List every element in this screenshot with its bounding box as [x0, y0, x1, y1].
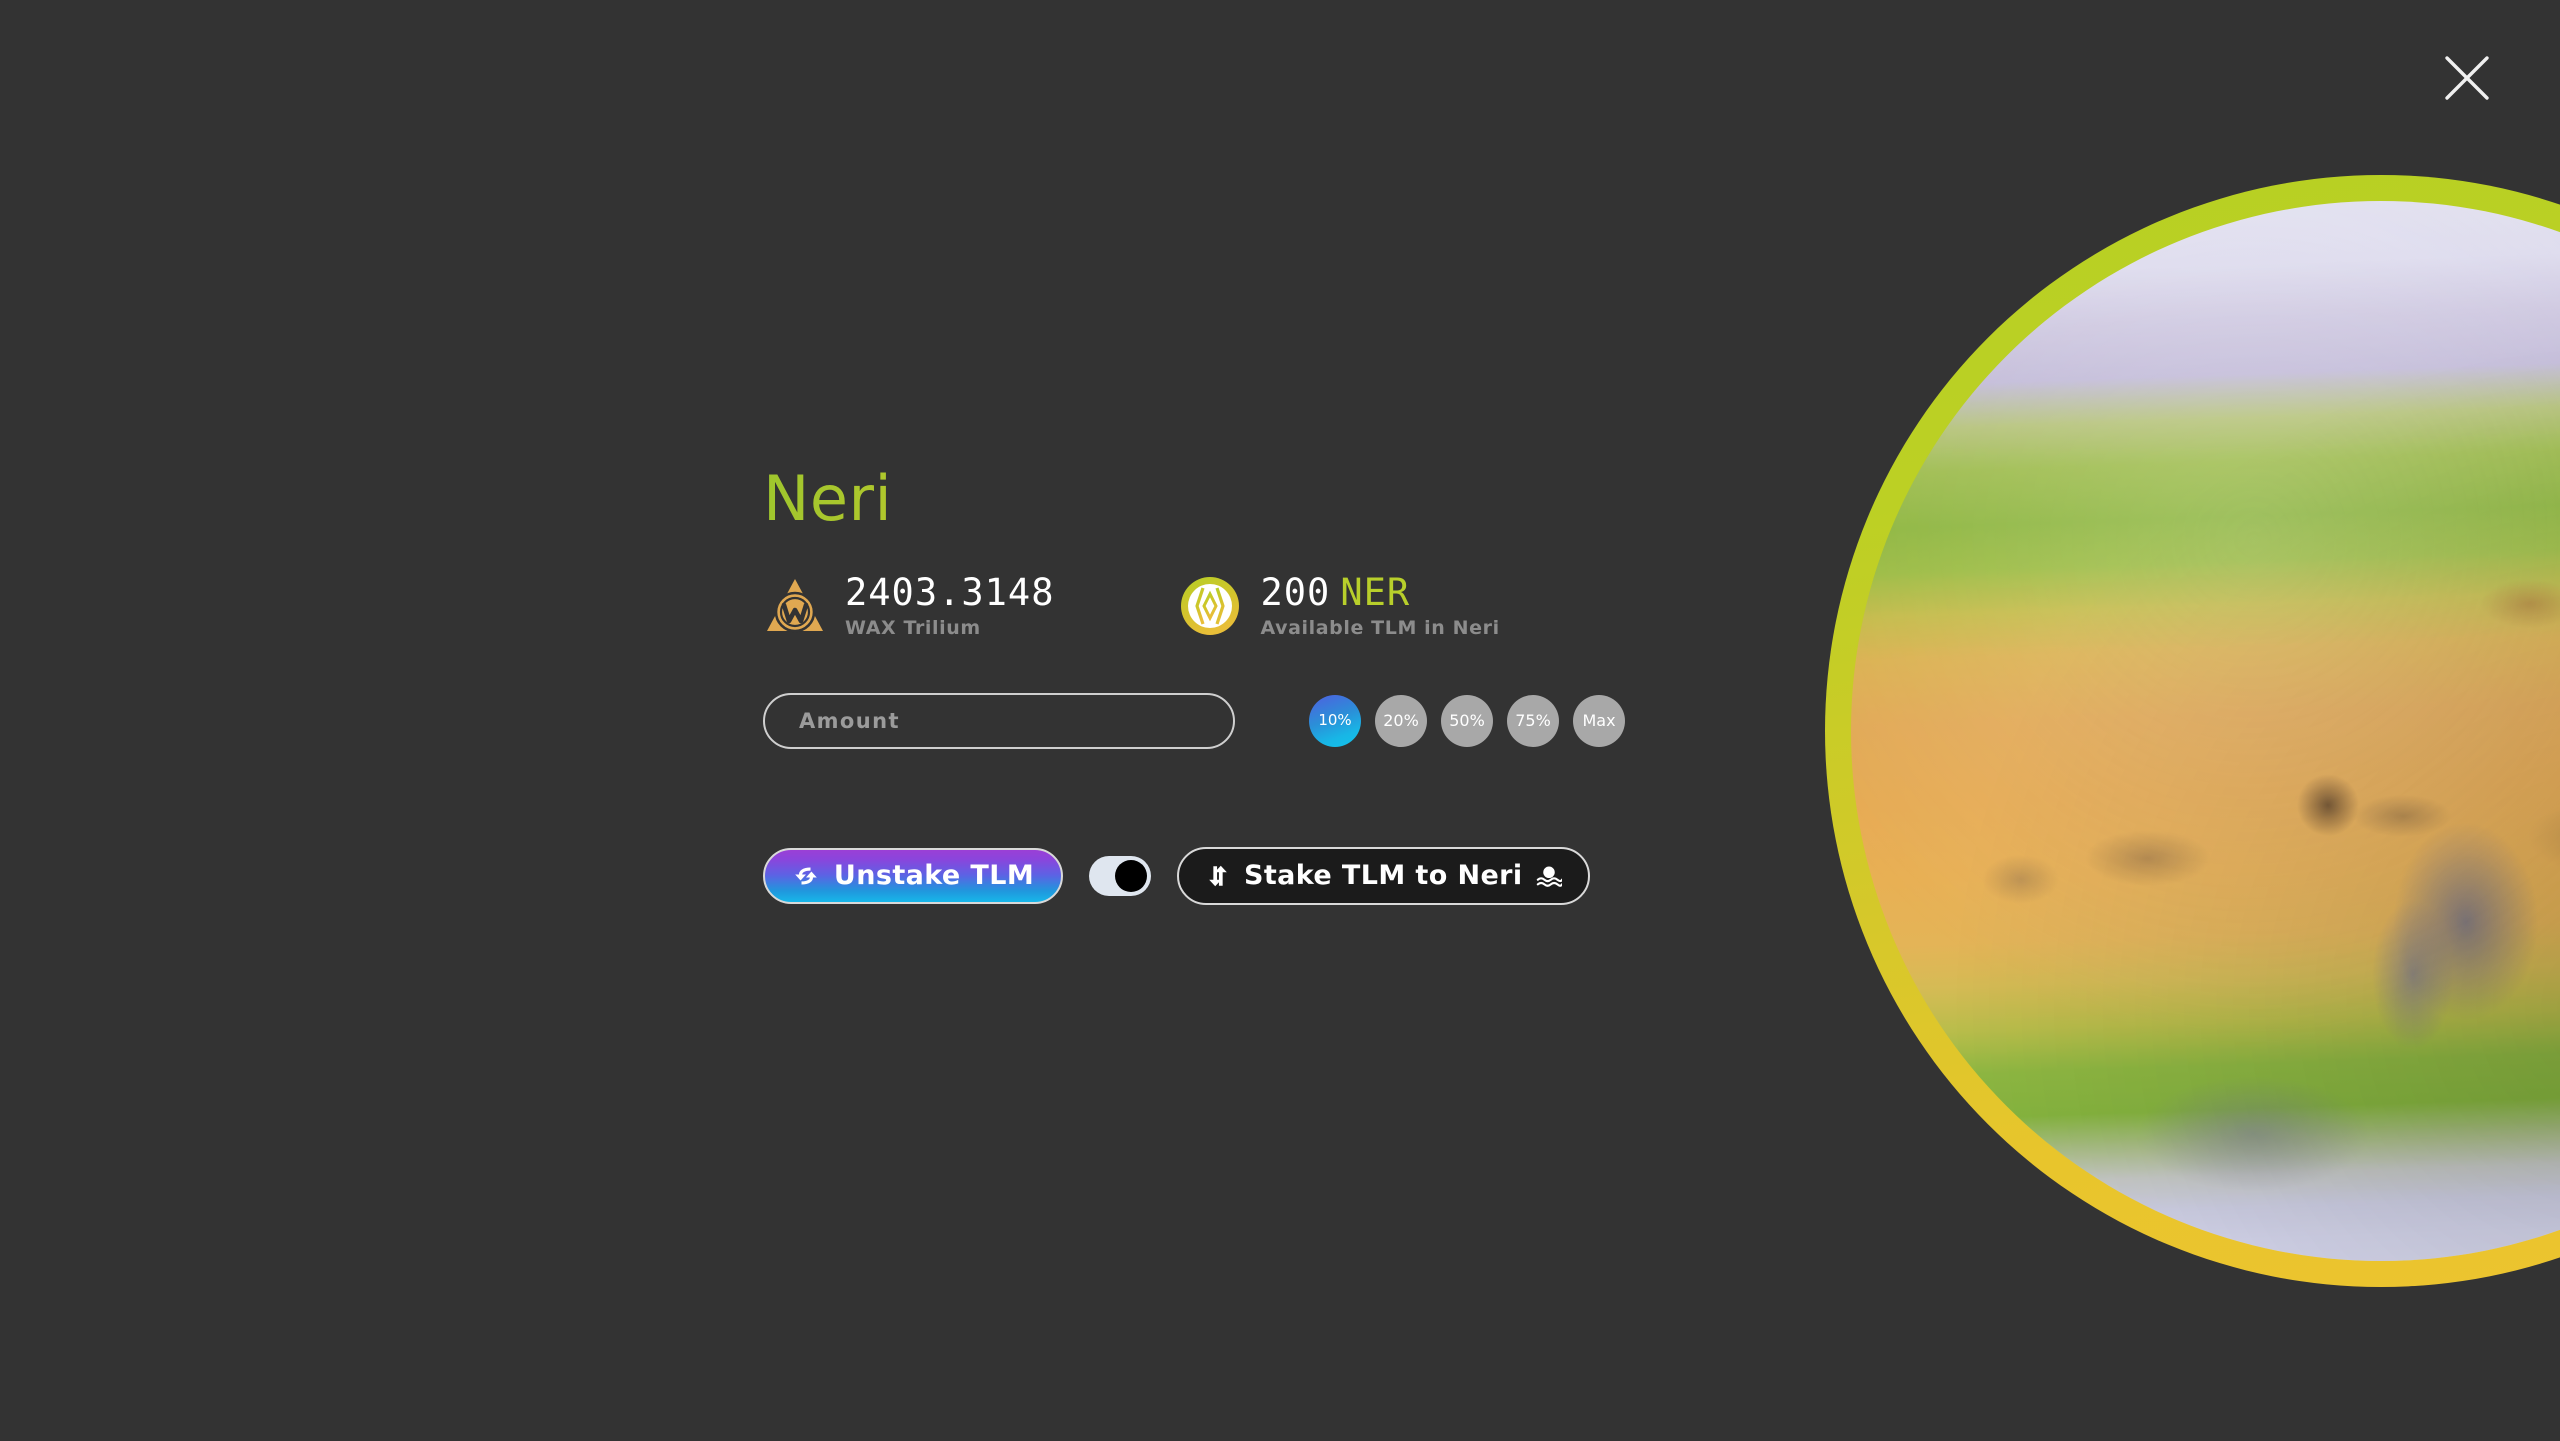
close-modal-button[interactable]	[2434, 45, 2500, 111]
balance-wax-trilium: 2403.3148 WAX Trilium	[763, 571, 1055, 639]
percent-button-20[interactable]: 20%	[1375, 694, 1427, 747]
percent-shortcut-group: 10% 20% 50% 75% Max	[1309, 694, 1625, 747]
ner-token-icon	[1178, 574, 1242, 638]
planet-sunset-icon	[1536, 863, 1562, 889]
balance-amount: 2403.3148	[845, 571, 1055, 614]
wax-token-icon	[763, 574, 827, 638]
planet-illustration	[1825, 175, 2560, 1290]
close-x-icon	[2434, 45, 2500, 111]
stake-tlm-button[interactable]: Stake TLM to Neri	[1177, 846, 1590, 905]
planet-surface	[1851, 201, 2560, 1261]
amount-input[interactable]	[763, 692, 1235, 749]
unstake-tlm-button[interactable]: Unstake TLM	[763, 847, 1063, 904]
planet-shading	[1851, 201, 2560, 1261]
balance-ner-available: 200 NER Available TLM in Neri	[1178, 571, 1500, 639]
swap-vertical-icon	[792, 862, 820, 890]
stake-tlm-label: Stake TLM to Neri	[1244, 860, 1523, 892]
amount-row: 10% 20% 50% 75% Max	[763, 692, 1625, 749]
modal-content: Neri 2403.3148 WAX Trilium 200 NER Avail…	[763, 468, 1625, 905]
page-title: Neri	[763, 468, 1625, 530]
balance-label: WAX Trilium	[845, 616, 981, 639]
unstake-tlm-label: Unstake TLM	[833, 860, 1035, 892]
planet-ring	[1825, 175, 2560, 1287]
balance-label: Available TLM in Neri	[1260, 616, 1500, 639]
percent-button-max[interactable]: Max	[1573, 694, 1625, 747]
stake-mode-toggle[interactable]	[1089, 855, 1151, 896]
percent-button-10[interactable]: 10%	[1309, 694, 1361, 747]
balances-row: 2403.3148 WAX Trilium 200 NER Available …	[763, 571, 1625, 639]
actions-row: Unstake TLM Stake TLM to Neri	[763, 846, 1625, 905]
stake-modal: Neri 2403.3148 WAX Trilium 200 NER Avail…	[0, 0, 2560, 1441]
swap-vertical-icon	[1205, 863, 1231, 889]
balance-unit: NER	[1340, 571, 1411, 614]
toggle-knob	[1115, 859, 1147, 892]
percent-button-50[interactable]: 50%	[1441, 694, 1493, 747]
percent-button-75[interactable]: 75%	[1507, 694, 1559, 747]
balance-amount: 200 NER	[1260, 571, 1411, 614]
